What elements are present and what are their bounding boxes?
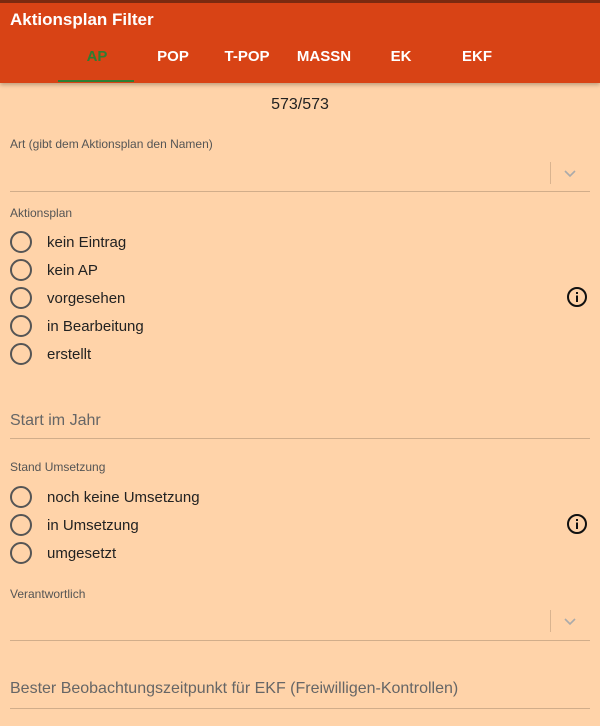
verantwortlich-select[interactable] [10,605,590,639]
art-label: Art (gibt dem Aktionsplan den Namen) [10,137,213,151]
record-count: 573/573 [271,96,329,113]
app-bar-top-edge [0,0,600,3]
tab-bar: AP POP T-POP MASSN EK EKF [58,48,528,83]
start-jahr-underline [10,438,590,439]
aktionsplan-option-kein-ap[interactable]: kein AP [10,258,98,282]
radio-button[interactable] [10,486,32,508]
aktionsplan-option-kein-eintrag[interactable]: kein Eintrag [10,230,126,254]
art-select[interactable] [10,156,590,190]
tab-ekf[interactable]: EKF [438,48,516,83]
chevron-down-icon [564,618,576,626]
active-tab-indicator [58,80,134,82]
aktionsplan-option-in-bearbeitung[interactable]: in Bearbeitung [10,314,144,338]
info-icon[interactable] [566,513,588,535]
umsetzung-option-in-umsetzung[interactable]: in Umsetzung [10,513,139,537]
aktionsplan-option-erstellt[interactable]: erstellt [10,342,91,366]
art-select-separator [550,162,551,184]
verantwortlich-underline [10,640,590,641]
tab-pop[interactable]: POP [134,48,212,83]
art-underline [10,191,590,192]
app-title: Aktionsplan Filter [10,10,154,29]
ekf-zeitpunkt-underline [10,708,590,709]
radio-button[interactable] [10,343,32,365]
radio-button[interactable] [10,542,32,564]
stand-umsetzung-label: Stand Umsetzung [10,460,106,474]
info-icon[interactable] [566,286,588,308]
tab-massn[interactable]: MASSN [285,48,363,83]
radio-button[interactable] [10,514,32,536]
app-bar: Aktionsplan Filter AP POP T-POP MASSN EK… [0,0,600,83]
tab-ek[interactable]: EK [362,48,440,83]
umsetzung-option-umgesetzt[interactable]: umgesetzt [10,541,116,565]
tab-ap[interactable]: AP [58,48,136,83]
radio-button[interactable] [10,231,32,253]
start-jahr-input[interactable] [10,404,590,438]
ekf-zeitpunkt-input[interactable] [10,672,590,706]
tab-t-pop[interactable]: T-POP [208,48,286,83]
radio-button[interactable] [10,315,32,337]
aktionsplan-option-vorgesehen[interactable]: vorgesehen [10,286,125,310]
verantwortlich-label: Verantwortlich [10,587,86,601]
chevron-down-icon [564,170,576,178]
umsetzung-option-noch-keine[interactable]: noch keine Umsetzung [10,485,200,509]
verantwortlich-select-separator [550,610,551,632]
aktionsplan-label: Aktionsplan [10,206,73,220]
radio-button[interactable] [10,259,32,281]
radio-button[interactable] [10,287,32,309]
